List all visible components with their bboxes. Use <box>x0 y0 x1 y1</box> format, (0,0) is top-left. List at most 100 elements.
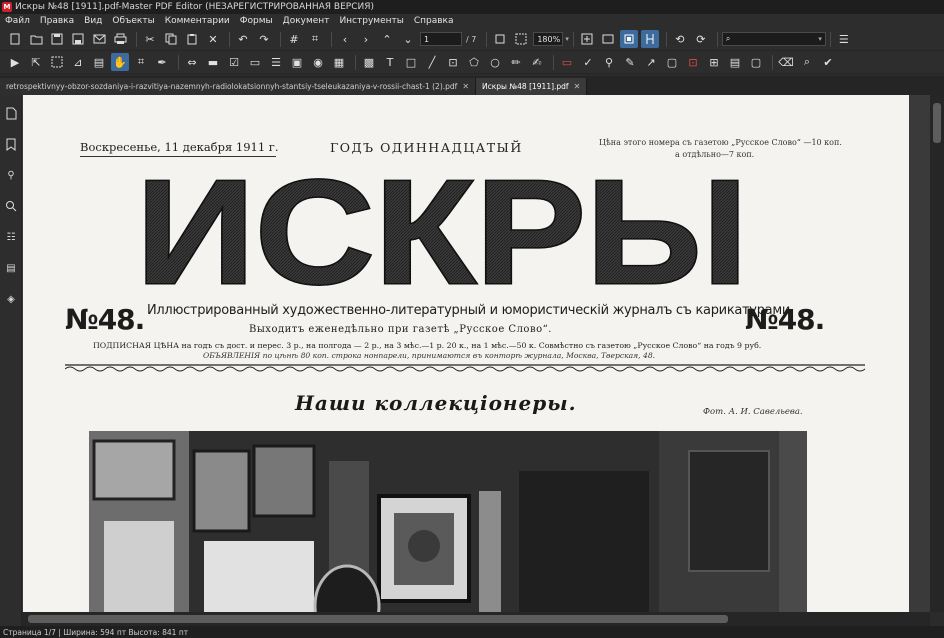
pen-tool-icon[interactable]: ✒ <box>153 53 171 71</box>
crop-icon[interactable]: ⌗ <box>132 53 150 71</box>
tab-label: retrospektivnyy-obzor-sozdaniya-i-razvit… <box>6 82 458 91</box>
redo-icon[interactable]: ↷ <box>255 30 273 48</box>
menu-edit[interactable]: Правка <box>35 16 79 26</box>
stamp-icon[interactable]: ✍ <box>528 53 546 71</box>
fit-page-icon[interactable] <box>491 30 509 48</box>
select-area-icon[interactable] <box>48 53 66 71</box>
layers-icon[interactable]: ◈ <box>3 291 19 307</box>
journal-subtitle: Иллюстрированный художественно-литератур… <box>147 303 794 318</box>
signatures-icon[interactable]: ▤ <box>3 260 19 276</box>
sticky-note-icon[interactable]: ▤ <box>726 53 744 71</box>
eraser-icon[interactable]: ⌫ <box>777 53 795 71</box>
cut-icon[interactable]: ✂ <box>141 30 159 48</box>
pencil-icon[interactable]: ✏ <box>507 53 525 71</box>
checkmark-icon[interactable]: ✓ <box>579 53 597 71</box>
open-folder-icon[interactable] <box>27 30 45 48</box>
radio-field-icon[interactable]: ◉ <box>309 53 327 71</box>
signature-field-icon[interactable]: ▦ <box>330 53 348 71</box>
horizontal-scrollbar[interactable] <box>22 612 930 626</box>
arrow-icon[interactable]: ↗ <box>642 53 660 71</box>
ellipse-icon[interactable]: ○ <box>486 53 504 71</box>
menu-forms[interactable]: Формы <box>235 16 278 26</box>
tab-iskry[interactable]: Искры №48 [1911].pdf ✕ <box>476 78 588 95</box>
highlight-icon[interactable]: ✎ <box>621 53 639 71</box>
zoom-dropdown-icon[interactable]: ▾ <box>565 35 569 43</box>
menu-file[interactable]: Файл <box>0 16 35 26</box>
vertical-scrollbar[interactable] <box>930 95 944 612</box>
measure-icon[interactable]: ⊞ <box>705 53 723 71</box>
text-field-icon[interactable]: ▭ <box>246 53 264 71</box>
snap-grid-icon[interactable]: ⌗ <box>306 30 324 48</box>
shape-rect-icon[interactable]: □ <box>402 53 420 71</box>
pages-thumbnail-icon[interactable] <box>3 105 19 121</box>
document-viewport[interactable]: Воскресенье, 11 декабря 1911 г. ГОДЪ ОДИ… <box>22 95 930 612</box>
more-menu-icon[interactable]: ☰ <box>835 30 853 48</box>
area-highlight-icon[interactable]: ⊡ <box>684 53 702 71</box>
list-field-icon[interactable]: ☰ <box>267 53 285 71</box>
page-number-input[interactable] <box>424 34 458 44</box>
add-text-icon[interactable]: T <box>381 53 399 71</box>
first-page-icon[interactable]: ⌃ <box>378 30 396 48</box>
actual-size-icon[interactable] <box>512 30 530 48</box>
menu-document[interactable]: Документ <box>278 16 335 26</box>
combo-field-icon[interactable]: ▣ <box>288 53 306 71</box>
next-page-icon[interactable]: › <box>357 30 375 48</box>
search-dropdown-icon[interactable]: ▾ <box>818 35 822 43</box>
continuous-scroll-icon[interactable] <box>640 30 659 48</box>
approve-icon[interactable]: ✔ <box>819 53 837 71</box>
save-icon[interactable] <box>48 30 66 48</box>
tab-retrospektivnyy[interactable]: retrospektivnyy-obzor-sozdaniya-i-razvit… <box>0 78 477 95</box>
last-page-icon[interactable]: ⌄ <box>399 30 417 48</box>
page-number-field[interactable] <box>420 32 462 46</box>
menu-help[interactable]: Справка <box>409 16 459 26</box>
search-field[interactable]: ⌕ ▾ <box>721 32 826 46</box>
grid-icon[interactable]: # <box>285 30 303 48</box>
prev-page-icon[interactable]: ‹ <box>336 30 354 48</box>
delete-icon[interactable]: ✕ <box>204 30 222 48</box>
menu-objects[interactable]: Объекты <box>107 16 159 26</box>
edit-forms-icon[interactable]: ▤ <box>90 53 108 71</box>
polygon-icon[interactable]: ⬠ <box>465 53 483 71</box>
close-icon[interactable]: ✕ <box>574 82 581 91</box>
fit-width-icon[interactable] <box>599 30 617 48</box>
save-as-icon[interactable] <box>69 30 87 48</box>
fit-visible-icon[interactable] <box>619 30 638 48</box>
select-object-icon[interactable]: ⇱ <box>27 53 45 71</box>
layers-tree-icon[interactable]: ☷ <box>3 229 19 245</box>
line-icon[interactable]: ╱ <box>423 53 441 71</box>
zoom-in-icon[interactable] <box>578 30 596 48</box>
rotate-right-icon[interactable]: ⟳ <box>692 30 710 48</box>
copy-icon[interactable] <box>162 30 180 48</box>
menu-comments[interactable]: Комментарии <box>160 16 235 26</box>
attachments-icon[interactable]: ⚲ <box>3 167 19 183</box>
find-icon[interactable]: ⌕ <box>798 53 816 71</box>
button-field-icon[interactable]: ▬ <box>204 53 222 71</box>
menu-view[interactable]: Вид <box>79 16 107 26</box>
close-icon[interactable]: ✕ <box>462 82 469 91</box>
pdf-page[interactable]: Воскресенье, 11 декабря 1911 г. ГОДЪ ОДИ… <box>23 95 909 612</box>
vertical-scroll-thumb[interactable] <box>933 103 941 143</box>
new-document-icon[interactable] <box>6 30 24 48</box>
print-icon[interactable] <box>111 30 129 48</box>
undo-icon[interactable]: ↶ <box>234 30 252 48</box>
redact-icon[interactable]: ▭ <box>558 53 576 71</box>
paste-icon[interactable] <box>183 30 201 48</box>
email-icon[interactable] <box>90 30 108 48</box>
image-icon[interactable]: ▩ <box>360 53 378 71</box>
search-panel-icon[interactable] <box>3 198 19 214</box>
select-text-icon[interactable]: ▶ <box>6 53 24 71</box>
hand-tool-icon[interactable]: ✋ <box>111 53 129 71</box>
menu-tools[interactable]: Инструменты <box>334 16 408 26</box>
attach-icon[interactable]: ⚲ <box>600 53 618 71</box>
note-icon[interactable]: ▢ <box>663 53 681 71</box>
comment-icon[interactable]: ▢ <box>747 53 765 71</box>
rotate-left-icon[interactable]: ⟲ <box>671 30 689 48</box>
edit-text-icon[interactable]: ⊿ <box>69 53 87 71</box>
link-icon[interactable]: ⇔ <box>183 53 201 71</box>
zoom-field[interactable]: 180% <box>533 32 564 46</box>
search-input[interactable] <box>733 34 819 44</box>
checkbox-field-icon[interactable]: ☑ <box>225 53 243 71</box>
shape-frame-icon[interactable]: ⊡ <box>444 53 462 71</box>
bookmarks-icon[interactable] <box>3 136 19 152</box>
horizontal-scroll-thumb[interactable] <box>28 615 728 623</box>
